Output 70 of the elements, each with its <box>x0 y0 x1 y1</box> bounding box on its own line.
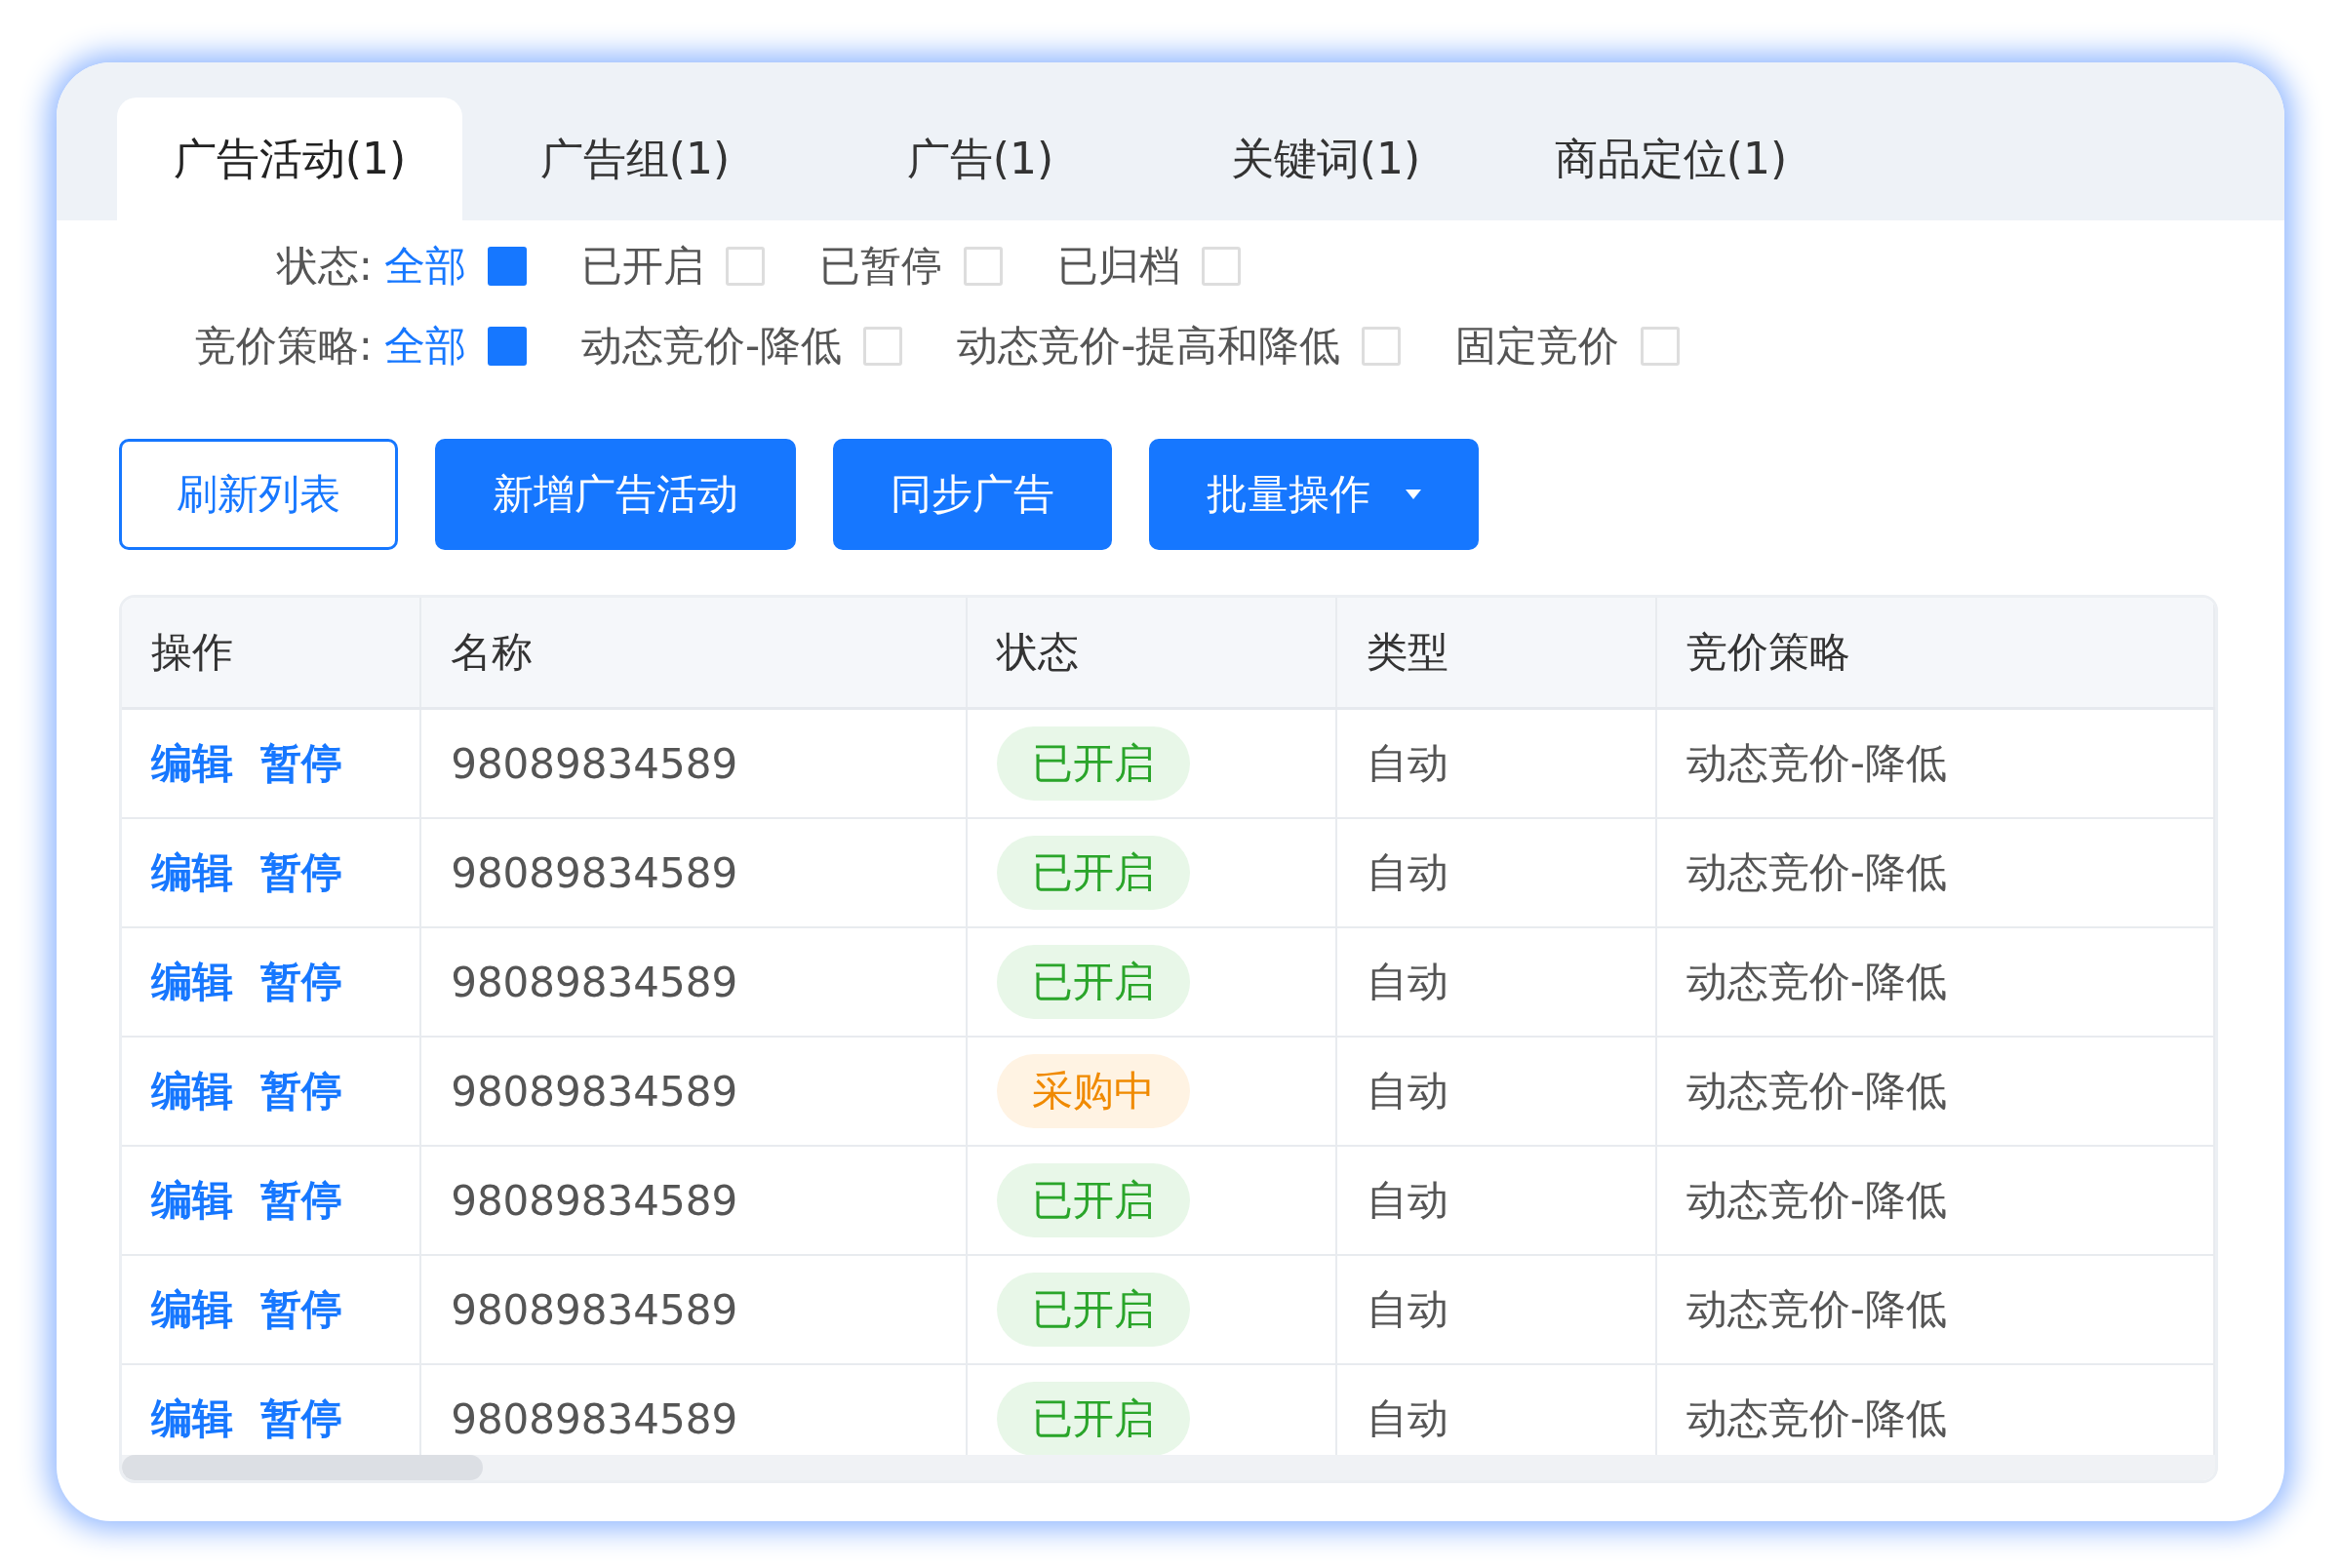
action-button[interactable]: 同步广告 <box>833 439 1112 550</box>
status-tag: 已开启 <box>996 726 1190 801</box>
header-cell: 类型 <box>1336 598 1657 707</box>
status-tag: 已开启 <box>996 1382 1190 1456</box>
action-link[interactable]: 暂停 <box>260 1282 342 1337</box>
table-cell-text: 动态竞价-降低 <box>1686 957 1947 1007</box>
action-link[interactable]: 编辑 <box>151 1173 233 1228</box>
action-link[interactable]: 编辑 <box>151 736 233 791</box>
table-cell-text: 自动 <box>1366 1175 1448 1226</box>
filter-option[interactable]: 全部 <box>384 319 466 373</box>
table-cell: 98089834589 <box>451 739 738 788</box>
action-link[interactable]: 暂停 <box>260 736 342 791</box>
filter-option[interactable]: 动态竞价-提高和降低 <box>957 319 1341 373</box>
action-link[interactable]: 暂停 <box>260 1064 342 1118</box>
status-tag: 已开启 <box>996 1163 1190 1237</box>
action-link[interactable]: 编辑 <box>151 1064 233 1118</box>
filter-option[interactable]: 动态竞价-降低 <box>581 319 843 373</box>
table-cell-text: 自动 <box>1366 847 1448 898</box>
table-cell-text: 动态竞价-降低 <box>1686 1393 1947 1444</box>
action-button[interactable]: 新增广告活动 <box>435 439 796 550</box>
tab[interactable]: 广告(1) <box>808 98 1153 220</box>
action-link[interactable]: 暂停 <box>260 955 342 1009</box>
table-cell-text: 动态竞价-降低 <box>1686 738 1947 789</box>
tab[interactable]: 商品定位(1) <box>1498 98 1844 220</box>
action-link[interactable]: 编辑 <box>151 845 233 900</box>
filter-option[interactable]: 固定竞价 <box>1455 319 1620 373</box>
tab[interactable]: 广告组(1) <box>462 98 808 220</box>
status-tag: 已开启 <box>996 836 1190 910</box>
table-cell-text: 动态竞价-降低 <box>1686 1175 1947 1226</box>
table-cell-text: 自动 <box>1366 1284 1448 1335</box>
table-cell: 98089834589 <box>451 958 738 1006</box>
action-link[interactable]: 暂停 <box>260 1173 342 1228</box>
action-link[interactable]: 暂停 <box>260 845 342 900</box>
action-link[interactable]: 编辑 <box>151 1282 233 1337</box>
table-cell-text: 动态竞价-降低 <box>1686 1066 1947 1117</box>
table-cell-text: 自动 <box>1366 957 1448 1007</box>
status-tag: 采购中 <box>996 1054 1190 1128</box>
table-cell: 98089834589 <box>451 1394 738 1443</box>
filter-option[interactable]: 已归档 <box>1057 239 1180 294</box>
filter-option[interactable]: 全部 <box>384 239 466 294</box>
scrollbar-thumb[interactable] <box>122 1455 483 1480</box>
header-cell: 名称 <box>421 598 968 707</box>
header-cell: 操作 <box>122 598 422 707</box>
status-tag: 已开启 <box>996 945 1190 1019</box>
checkbox[interactable] <box>488 327 527 366</box>
table-cell-text: 动态竞价-降低 <box>1686 847 1947 898</box>
table-cell: 98089834589 <box>451 1176 738 1225</box>
table-cell-text: 自动 <box>1366 1066 1448 1117</box>
table-cell-text: 动态竞价-降低 <box>1686 1284 1947 1335</box>
table-cell: 98089834589 <box>451 848 738 897</box>
checkbox[interactable] <box>488 247 527 286</box>
filter-option[interactable]: 已暂停 <box>819 239 942 294</box>
status-tag: 已开启 <box>996 1273 1190 1347</box>
filter-option[interactable]: 已开启 <box>581 239 704 294</box>
header-cell: 状态 <box>967 598 1337 707</box>
tab[interactable]: 关键词(1) <box>1153 98 1498 220</box>
action-link[interactable]: 编辑 <box>151 1392 233 1446</box>
action-link[interactable]: 编辑 <box>151 955 233 1009</box>
action-button[interactable]: 刷新列表 <box>119 439 398 550</box>
caret-icon <box>1406 490 1421 499</box>
tab[interactable]: 广告活动(1) <box>117 98 462 220</box>
table-cell: 98089834589 <box>451 1285 738 1334</box>
table-cell: 98089834589 <box>451 1067 738 1116</box>
table-cell-text: 自动 <box>1366 1393 1448 1444</box>
filter-label: 竞价策略: <box>193 321 374 372</box>
action-link[interactable]: 暂停 <box>260 1392 342 1446</box>
filter-label: 状态: <box>275 241 374 292</box>
header-cell: 竞价策略 <box>1656 598 2215 707</box>
table-cell-text: 自动 <box>1366 738 1448 789</box>
action-button[interactable]: 批量操作 <box>1149 439 1479 550</box>
